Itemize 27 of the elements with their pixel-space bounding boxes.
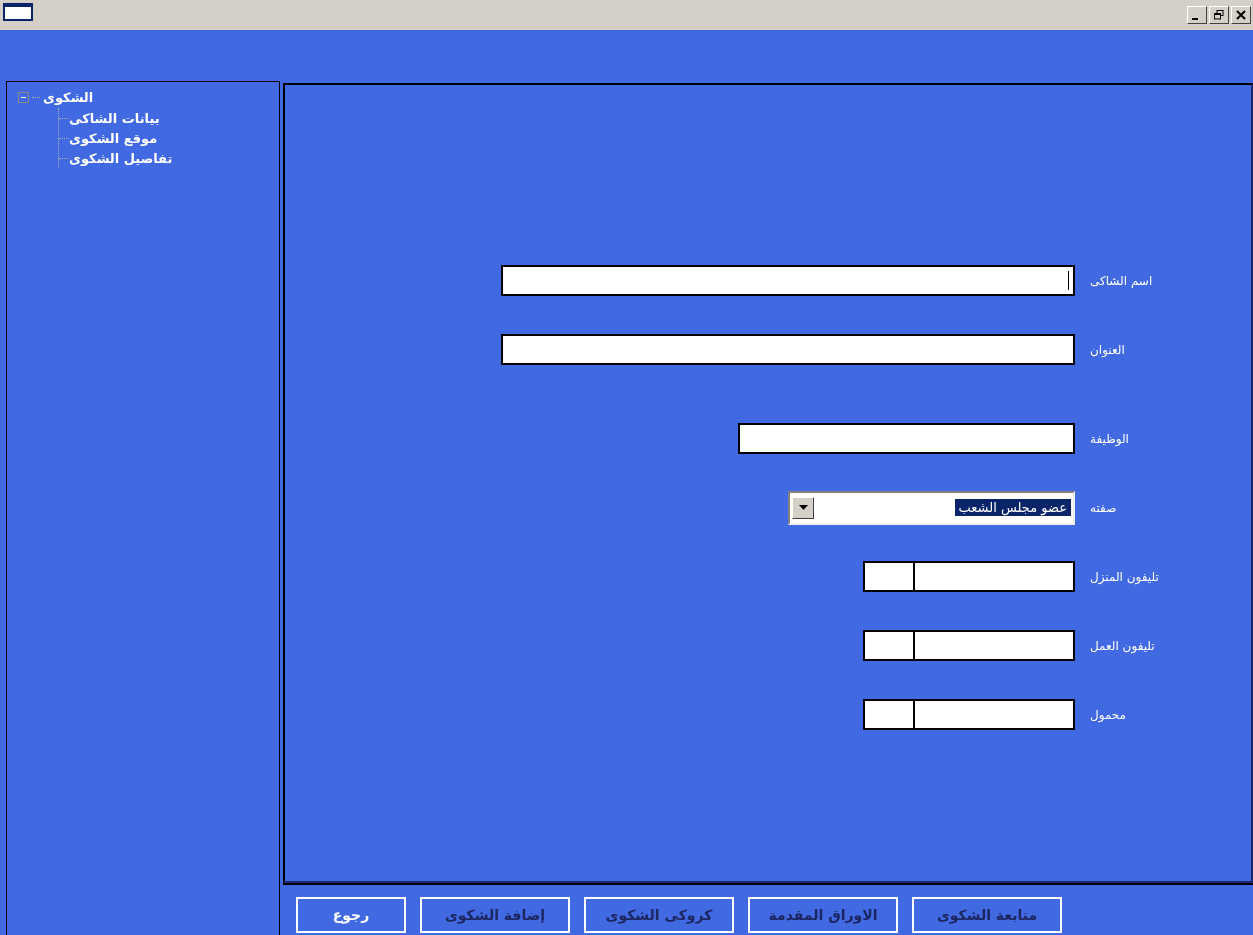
restore-icon <box>1214 10 1224 20</box>
phone-field[interactable] <box>863 699 1075 730</box>
text-field[interactable] <box>501 334 1075 365</box>
field-label: صفته <box>1089 500 1118 515</box>
field-label: اسم الشاكى <box>1089 273 1154 288</box>
dropdown-field[interactable]: عضو مجلس الشعب <box>788 490 1075 525</box>
tree-item[interactable]: موقع الشكوى <box>69 130 158 146</box>
tree-item[interactable]: بيانات الشاكى <box>69 110 160 126</box>
field-label: تليفون العمل <box>1089 638 1156 653</box>
tree-item[interactable]: الشكوى <box>43 89 94 105</box>
collapse-icon[interactable] <box>18 91 29 103</box>
field-label: الوظيفة <box>1089 431 1130 446</box>
phone-field[interactable] <box>863 561 1075 592</box>
window-icon <box>3 3 33 21</box>
phone-field[interactable] <box>863 630 1075 661</box>
field-label: محمول <box>1089 707 1128 722</box>
minimize-icon <box>1192 18 1198 20</box>
tree-item[interactable]: تفاصيل الشكوى <box>69 150 173 166</box>
close-icon <box>1236 10 1246 20</box>
text-field[interactable] <box>738 423 1075 454</box>
field-label: تليفون المنزل <box>1089 569 1160 584</box>
restore-button[interactable] <box>1209 6 1229 24</box>
action-button[interactable]: رجوع <box>296 897 406 933</box>
close-button[interactable] <box>1231 6 1251 24</box>
minimize-button[interactable] <box>1187 6 1207 24</box>
field-label: العنوان <box>1089 342 1126 357</box>
text-field[interactable] <box>501 265 1075 296</box>
